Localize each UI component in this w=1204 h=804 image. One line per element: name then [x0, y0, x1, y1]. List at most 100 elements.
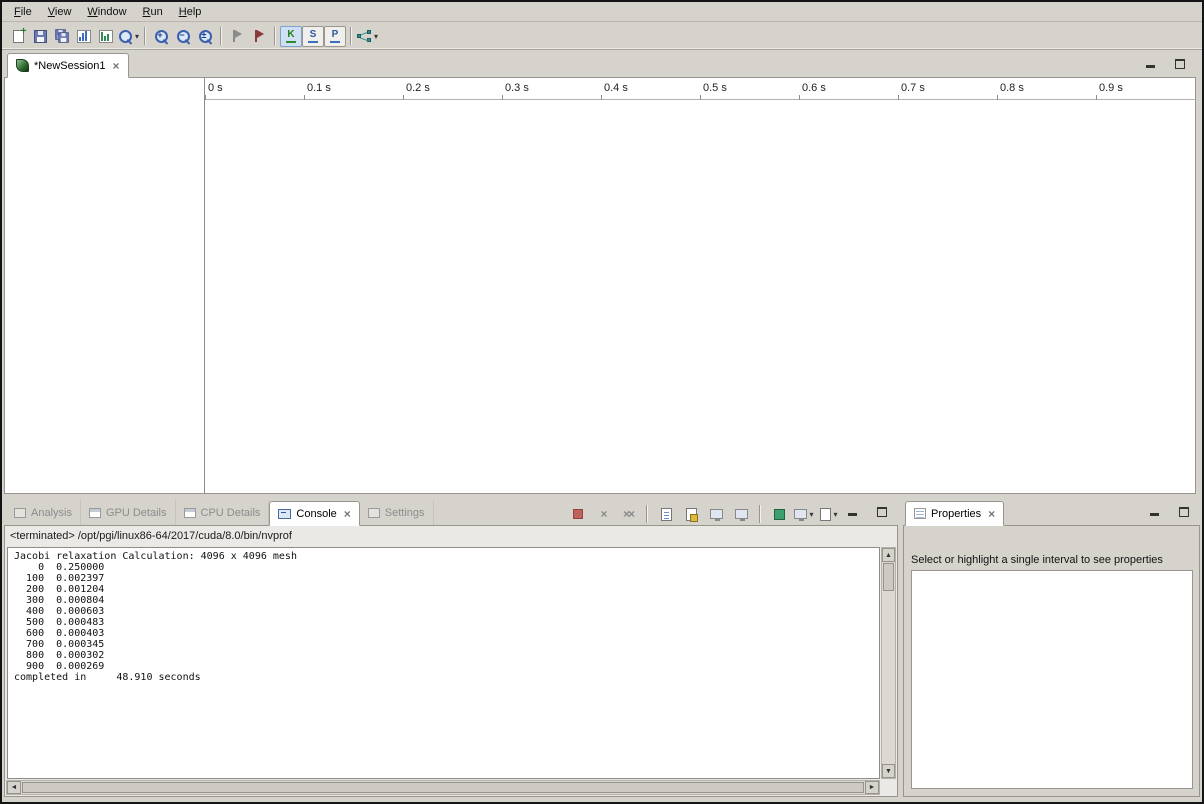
scroll-down-button[interactable]: ▼: [882, 764, 895, 778]
export-chart-icon: [99, 30, 113, 43]
zoom-fit-button[interactable]: ±: [194, 25, 216, 47]
maximize-button[interactable]: [1172, 56, 1188, 70]
search-dropdown-button[interactable]: ▾: [117, 25, 140, 47]
pin-console-button[interactable]: [768, 503, 790, 525]
minimize-icon: [1146, 65, 1155, 68]
ruler-tick: 0.8 s: [997, 78, 1096, 100]
terminate-icon: [573, 509, 583, 519]
timeline-row-labels-panel[interactable]: [5, 78, 205, 493]
scroll-right-button[interactable]: ►: [865, 781, 879, 794]
menu-window[interactable]: Window: [79, 4, 134, 20]
zoom-in-button[interactable]: +: [150, 25, 172, 47]
report-chart-button[interactable]: [73, 25, 95, 47]
prev-marker-button[interactable]: [226, 25, 248, 47]
minimize-button[interactable]: [1142, 56, 1158, 70]
magnifier-icon: [118, 29, 133, 44]
timeline-canvas[interactable]: [205, 100, 1195, 493]
display-console-dropdown[interactable]: ▾: [793, 503, 815, 525]
maximize-icon: [1175, 59, 1185, 69]
cpu-details-tab-icon: [184, 508, 196, 518]
gray-flag-icon: [231, 29, 243, 43]
letter-k-icon: K: [287, 30, 294, 40]
properties-message: Select or highlight a single interval to…: [904, 526, 1199, 566]
close-icon[interactable]: ×: [113, 61, 120, 71]
save-button[interactable]: [29, 25, 51, 47]
minimize-icon: [1150, 513, 1159, 516]
open-log-button[interactable]: [680, 503, 702, 525]
red-flag-icon: [253, 29, 265, 43]
vertical-scrollbar[interactable]: ▲ ▼: [881, 547, 896, 779]
ruler-tick: 0.7 s: [898, 78, 997, 100]
profile-kernel-toggle[interactable]: K: [280, 26, 302, 47]
tab-properties[interactable]: Properties ×: [905, 501, 1004, 526]
close-icon[interactable]: ×: [344, 509, 351, 519]
session-tab-label: *NewSession1: [34, 60, 106, 72]
menu-file[interactable]: File: [6, 4, 40, 20]
settings-tab-icon: [368, 508, 380, 518]
timeline-ruler[interactable]: 0 s 0.1 s 0.2 s 0.3 s: [205, 78, 1195, 100]
next-marker-button[interactable]: [248, 25, 270, 47]
tab-analysis[interactable]: Analysis: [6, 500, 81, 525]
properties-tab-icon: [914, 508, 926, 519]
console-window-controls: [844, 504, 890, 518]
new-session-button[interactable]: [7, 25, 29, 47]
save-all-button[interactable]: [51, 25, 73, 47]
console-output[interactable]: Jacobi relaxation Calculation: 4096 x 40…: [7, 547, 880, 779]
ruler-tick-label: 0.2 s: [406, 82, 430, 94]
menu-view[interactable]: View: [40, 4, 80, 20]
console-line: 0 0.250000: [14, 562, 875, 573]
console-panel: Analysis GPU Details CPU Details Console…: [4, 500, 898, 797]
close-icon[interactable]: ×: [988, 509, 995, 519]
tab-gpu-details[interactable]: GPU Details: [81, 500, 176, 525]
minimize-button[interactable]: [1146, 504, 1162, 518]
word-wrap-button[interactable]: [730, 503, 752, 525]
horizontal-scrollbar[interactable]: ◄ ►: [6, 780, 880, 795]
console-line: 400 0.000603: [14, 606, 875, 617]
open-console-dropdown[interactable]: ▾: [818, 503, 840, 525]
remove-all-launches-button[interactable]: ××: [617, 503, 639, 525]
open-console-icon: [820, 508, 831, 521]
scroll-left-button[interactable]: ◄: [7, 781, 21, 794]
export-report-button[interactable]: [95, 25, 117, 47]
console-line: completed in 48.910 seconds: [14, 672, 875, 683]
dropdown-arrow-icon: ▾: [833, 510, 837, 519]
ruler-tick: 0.4 s: [601, 78, 700, 100]
editor-window-controls: [1142, 56, 1188, 70]
zoom-out-button[interactable]: −: [172, 25, 194, 47]
dropdown-arrow-icon: ▾: [135, 32, 139, 41]
tab-console[interactable]: Console ×: [269, 501, 359, 526]
profile-power-toggle[interactable]: P: [324, 26, 346, 47]
profile-system-toggle[interactable]: S: [302, 26, 324, 47]
minimize-button[interactable]: [844, 504, 860, 518]
horizontal-scroll-thumb[interactable]: [22, 782, 864, 793]
vertical-scroll-thumb[interactable]: [883, 563, 894, 591]
menu-run[interactable]: Run: [135, 4, 171, 20]
letter-s-icon: S: [310, 30, 317, 40]
scroll-up-button[interactable]: ▲: [882, 548, 895, 562]
toolbar-separator: [350, 27, 352, 45]
maximize-icon: [877, 507, 887, 517]
menu-help[interactable]: Help: [171, 4, 210, 20]
timeline-editor-panel: *NewSession1 × 0 s 0.1: [4, 54, 1196, 494]
clear-console-button[interactable]: [655, 503, 677, 525]
ruler-tick: 0.6 s: [799, 78, 898, 100]
console-line: 300 0.000804: [14, 595, 875, 606]
ruler-tick-label: 0 s: [208, 82, 223, 94]
ruler-tick-label: 0.3 s: [505, 82, 529, 94]
scroll-lock-button[interactable]: [705, 503, 727, 525]
zoom-out-icon: −: [176, 29, 191, 44]
tab-session[interactable]: *NewSession1 ×: [7, 53, 129, 78]
maximize-button[interactable]: [874, 504, 890, 518]
properties-tab-row: Properties ×: [903, 500, 1200, 526]
k-underline-icon: [286, 41, 296, 43]
terminate-button[interactable]: [567, 503, 589, 525]
toolbar-separator: [274, 27, 276, 45]
ruler-tick-label: 0.7 s: [901, 82, 925, 94]
maximize-button[interactable]: [1176, 504, 1192, 518]
tab-settings[interactable]: Settings: [360, 500, 434, 525]
tab-cpu-details[interactable]: CPU Details: [176, 500, 270, 525]
console-tab-row: Analysis GPU Details CPU Details Console…: [4, 500, 898, 526]
remove-launch-button[interactable]: ×: [592, 503, 614, 525]
console-line: 600 0.000403: [14, 628, 875, 639]
analysis-dropdown-button[interactable]: ▾: [356, 25, 379, 47]
